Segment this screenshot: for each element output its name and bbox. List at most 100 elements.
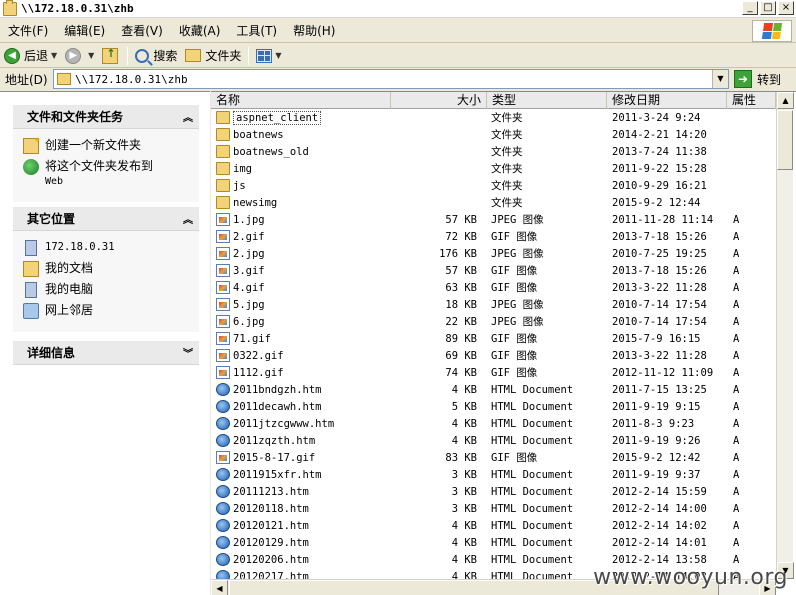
html-file-icon bbox=[216, 383, 230, 396]
file-row[interactable]: 2011bndgzh.htm 4 KB HTML Document 2011-7-15… bbox=[211, 381, 776, 398]
file-tasks-header[interactable]: 文件和文件夹任务 ︽ bbox=[13, 105, 199, 129]
vertical-scroll-thumb[interactable] bbox=[777, 110, 793, 170]
file-row[interactable]: 2011915xfr.htm 3 KB HTML Document 2011-9-19… bbox=[211, 466, 776, 483]
file-row[interactable]: 3.gif 57 KB GIF 图像 2013-7-18 15:26 A bbox=[211, 262, 776, 279]
close-button[interactable]: × bbox=[778, 1, 794, 15]
file-row[interactable]: img 文件夹 2011-9-22 15:28 bbox=[211, 160, 776, 177]
file-row[interactable]: 2011decawh.htm 5 KB HTML Document 2011-9-19… bbox=[211, 398, 776, 415]
other-places-header[interactable]: 其它位置 ︽ bbox=[13, 207, 199, 231]
file-row[interactable]: 2015-8-17.gif 83 KB GIF 图像 2015-9-2 12:42 A bbox=[211, 449, 776, 466]
file-row[interactable]: 1.jpg 57 KB JPEG 图像 2011-11-28 11:14 A bbox=[211, 211, 776, 228]
forward-dropdown-icon[interactable]: ▼ bbox=[88, 51, 94, 60]
go-button[interactable]: ➜ 转到 bbox=[734, 69, 781, 89]
menu-help[interactable]: 帮助(H) bbox=[285, 22, 343, 39]
up-button[interactable] bbox=[98, 45, 124, 67]
file-type: 文件夹 bbox=[491, 180, 523, 192]
scroll-up-icon[interactable]: ▲ bbox=[777, 92, 794, 109]
file-name: 2011jtzcgwww.htm bbox=[233, 417, 335, 430]
file-size: 3 KB bbox=[451, 468, 477, 481]
search-button[interactable]: 搜索 bbox=[131, 45, 181, 67]
file-date: 2015-9-2 12:44 bbox=[612, 196, 701, 209]
file-row[interactable]: 5.jpg 18 KB JPEG 图像 2010-7-14 17:54 A bbox=[211, 296, 776, 313]
file-name-cell: 5.jpg bbox=[211, 298, 391, 311]
collapse-chevron-icon[interactable]: ︽ bbox=[183, 211, 193, 226]
views-button[interactable]: ▼ bbox=[252, 45, 285, 67]
column-size[interactable]: 大小 bbox=[391, 92, 487, 109]
other-places-body: 172.18.0.31 我的文档 我的电脑 网上邻居 bbox=[13, 231, 199, 332]
menu-view[interactable]: 查看(V) bbox=[113, 22, 171, 39]
file-date: 2015-9-2 12:42 bbox=[612, 451, 701, 464]
file-row[interactable]: 0322.gif 69 KB GIF 图像 2013-3-22 11:28 A bbox=[211, 347, 776, 364]
file-row[interactable]: 2011zqzth.htm 4 KB HTML Document 2011-9-19 … bbox=[211, 432, 776, 449]
menu-tools[interactable]: 工具(T) bbox=[228, 22, 285, 39]
file-size: 74 KB bbox=[445, 366, 477, 379]
file-row[interactable]: 20120129.htm 4 KB HTML Document 2012-2-14 1… bbox=[211, 534, 776, 551]
place-server-label: 172.18.0.31 bbox=[45, 241, 115, 253]
title-bar[interactable]: \\172.18.0.31\zhb _ □ × bbox=[0, 0, 796, 18]
file-row[interactable]: boatnews_old 文件夹 2013-7-24 11:38 bbox=[211, 143, 776, 160]
file-row[interactable]: aspnet_client 文件夹 2011-3-24 9:24 bbox=[211, 109, 776, 126]
file-row[interactable]: 20120118.htm 3 KB HTML Document 2012-2-14 1… bbox=[211, 500, 776, 517]
file-name: 20111213.htm bbox=[233, 485, 309, 498]
file-name: 1.jpg bbox=[233, 213, 265, 226]
place-server[interactable]: 172.18.0.31 bbox=[23, 240, 191, 256]
file-row[interactable]: 71.gif 89 KB GIF 图像 2015-7-9 16:15 A bbox=[211, 330, 776, 347]
file-name: 20120118.htm bbox=[233, 502, 309, 515]
column-date[interactable]: 修改日期 bbox=[607, 92, 727, 109]
address-input[interactable]: \\172.18.0.31\zhb ▼ bbox=[53, 69, 729, 89]
file-attributes: A bbox=[733, 485, 740, 498]
place-my-computer[interactable]: 我的电脑 bbox=[23, 282, 191, 298]
forward-button[interactable]: ▶ ▼ bbox=[61, 45, 98, 67]
file-row[interactable]: 4.gif 63 KB GIF 图像 2013-3-22 11:28 A bbox=[211, 279, 776, 296]
collapse-chevron-icon[interactable]: ︽ bbox=[183, 109, 193, 124]
place-my-documents[interactable]: 我的文档 bbox=[23, 261, 191, 277]
folders-button[interactable]: 文件夹 bbox=[181, 45, 245, 67]
file-type: JPEG 图像 bbox=[491, 316, 544, 328]
file-type: HTML Document bbox=[491, 468, 574, 481]
file-row[interactable]: js 文件夹 2010-9-29 16:21 bbox=[211, 177, 776, 194]
file-row[interactable]: 20120121.htm 4 KB HTML Document 2012-2-14 1… bbox=[211, 517, 776, 534]
address-dropdown-icon[interactable]: ▼ bbox=[712, 70, 728, 88]
views-dropdown-icon[interactable]: ▼ bbox=[275, 51, 281, 60]
maximize-button[interactable]: □ bbox=[760, 1, 776, 15]
file-row[interactable]: newsimg 文件夹 2015-9-2 12:44 bbox=[211, 194, 776, 211]
file-name: 20120129.htm bbox=[233, 536, 309, 549]
column-attributes[interactable]: 属性 bbox=[727, 92, 776, 109]
file-size: 4 KB bbox=[451, 519, 477, 532]
file-type: 文件夹 bbox=[491, 129, 523, 141]
task-publish-line1: 将这个文件夹发布到 bbox=[45, 159, 154, 173]
task-new-folder[interactable]: 创建一个新文件夹 bbox=[23, 134, 191, 154]
menu-edit[interactable]: 编辑(E) bbox=[56, 22, 113, 39]
file-row[interactable]: 2011jtzcgwww.htm 4 KB HTML Document 2011-8-… bbox=[211, 415, 776, 432]
file-type: 文件夹 bbox=[491, 146, 523, 158]
vertical-scrollbar[interactable]: ▲ ▼ bbox=[776, 92, 794, 579]
scroll-left-icon[interactable]: ◀ bbox=[211, 580, 228, 595]
file-name: 6.jpg bbox=[233, 315, 265, 328]
minimize-button[interactable]: _ bbox=[742, 1, 758, 15]
file-row[interactable]: boatnews 文件夹 2014-2-21 14:20 bbox=[211, 126, 776, 143]
back-dropdown-icon[interactable]: ▼ bbox=[51, 51, 57, 60]
image-file-icon bbox=[216, 247, 230, 260]
file-date: 2010-7-25 19:25 bbox=[612, 247, 707, 260]
html-file-icon bbox=[216, 400, 230, 413]
file-row[interactable]: 6.jpg 22 KB JPEG 图像 2010-7-14 17:54 A bbox=[211, 313, 776, 330]
back-button[interactable]: ◀ 后退 ▼ bbox=[0, 45, 61, 67]
place-network[interactable]: 网上邻居 bbox=[23, 303, 191, 319]
task-publish-web[interactable]: 将这个文件夹发布到 Web bbox=[23, 159, 191, 189]
menu-favorites[interactable]: 收藏(A) bbox=[171, 22, 229, 39]
menu-file[interactable]: 文件(F) bbox=[0, 22, 56, 39]
column-type[interactable]: 类型 bbox=[487, 92, 607, 109]
image-file-icon bbox=[216, 366, 230, 379]
file-type: HTML Document bbox=[491, 553, 574, 566]
file-row[interactable]: 20111213.htm 3 KB HTML Document 2012-2-14 1… bbox=[211, 483, 776, 500]
column-name[interactable]: 名称 bbox=[211, 92, 391, 109]
file-type: JPEG 图像 bbox=[491, 214, 544, 226]
file-size: 18 KB bbox=[445, 298, 477, 311]
expand-chevron-icon[interactable]: ︾ bbox=[183, 345, 193, 360]
file-row[interactable]: 2.jpg 176 KB JPEG 图像 2010-7-25 19:25 A bbox=[211, 245, 776, 262]
details-header[interactable]: 详细信息 ︾ bbox=[13, 341, 199, 365]
file-row[interactable]: 1112.gif 74 KB GIF 图像 2012-11-12 11:09 A bbox=[211, 364, 776, 381]
file-name-cell: 2011bndgzh.htm bbox=[211, 383, 391, 396]
network-icon bbox=[23, 303, 39, 319]
file-row[interactable]: 2.gif 72 KB GIF 图像 2013-7-18 15:26 A bbox=[211, 228, 776, 245]
